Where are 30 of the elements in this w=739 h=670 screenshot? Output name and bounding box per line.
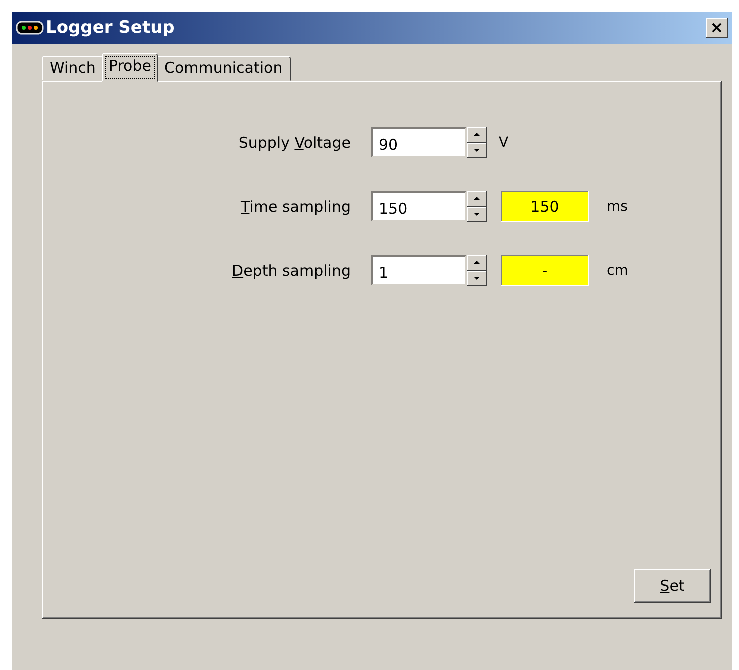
- unit-label: cm: [607, 262, 630, 278]
- field-label: Time sampling: [240, 198, 352, 216]
- up-arrow-icon: [474, 133, 480, 136]
- field-label: Supply Voltage: [238, 134, 352, 152]
- spin-down-button[interactable]: [467, 142, 487, 158]
- close-button[interactable]: ×: [706, 18, 728, 38]
- spin-up-button[interactable]: [467, 127, 487, 142]
- unit-label: V: [499, 134, 510, 150]
- spin-down-button[interactable]: [467, 206, 487, 222]
- down-arrow-icon: [474, 276, 480, 280]
- up-arrow-icon: [474, 197, 480, 200]
- window-title: Logger Setup: [46, 18, 176, 38]
- spin-up-button[interactable]: [467, 191, 487, 206]
- spin-down-button[interactable]: [467, 270, 487, 286]
- down-arrow-icon: [474, 212, 480, 216]
- tab[interactable]: Probe: [102, 53, 158, 82]
- down-arrow-icon: [474, 148, 480, 152]
- up-arrow-icon: [474, 261, 480, 264]
- readout-value: 150: [501, 191, 589, 222]
- unit-label: ms: [607, 198, 629, 214]
- logger-icon: [16, 21, 44, 35]
- tab[interactable]: Communication: [156, 56, 291, 81]
- spin-up-button[interactable]: [467, 255, 487, 270]
- number-field[interactable]: 1: [371, 255, 467, 286]
- set-button[interactable]: Set: [634, 569, 711, 603]
- number-field[interactable]: 150: [371, 191, 467, 222]
- number-field[interactable]: 90: [371, 127, 467, 158]
- tab[interactable]: Winch: [42, 56, 104, 81]
- field-label: Depth sampling: [231, 262, 352, 280]
- readout-value: -: [501, 255, 589, 286]
